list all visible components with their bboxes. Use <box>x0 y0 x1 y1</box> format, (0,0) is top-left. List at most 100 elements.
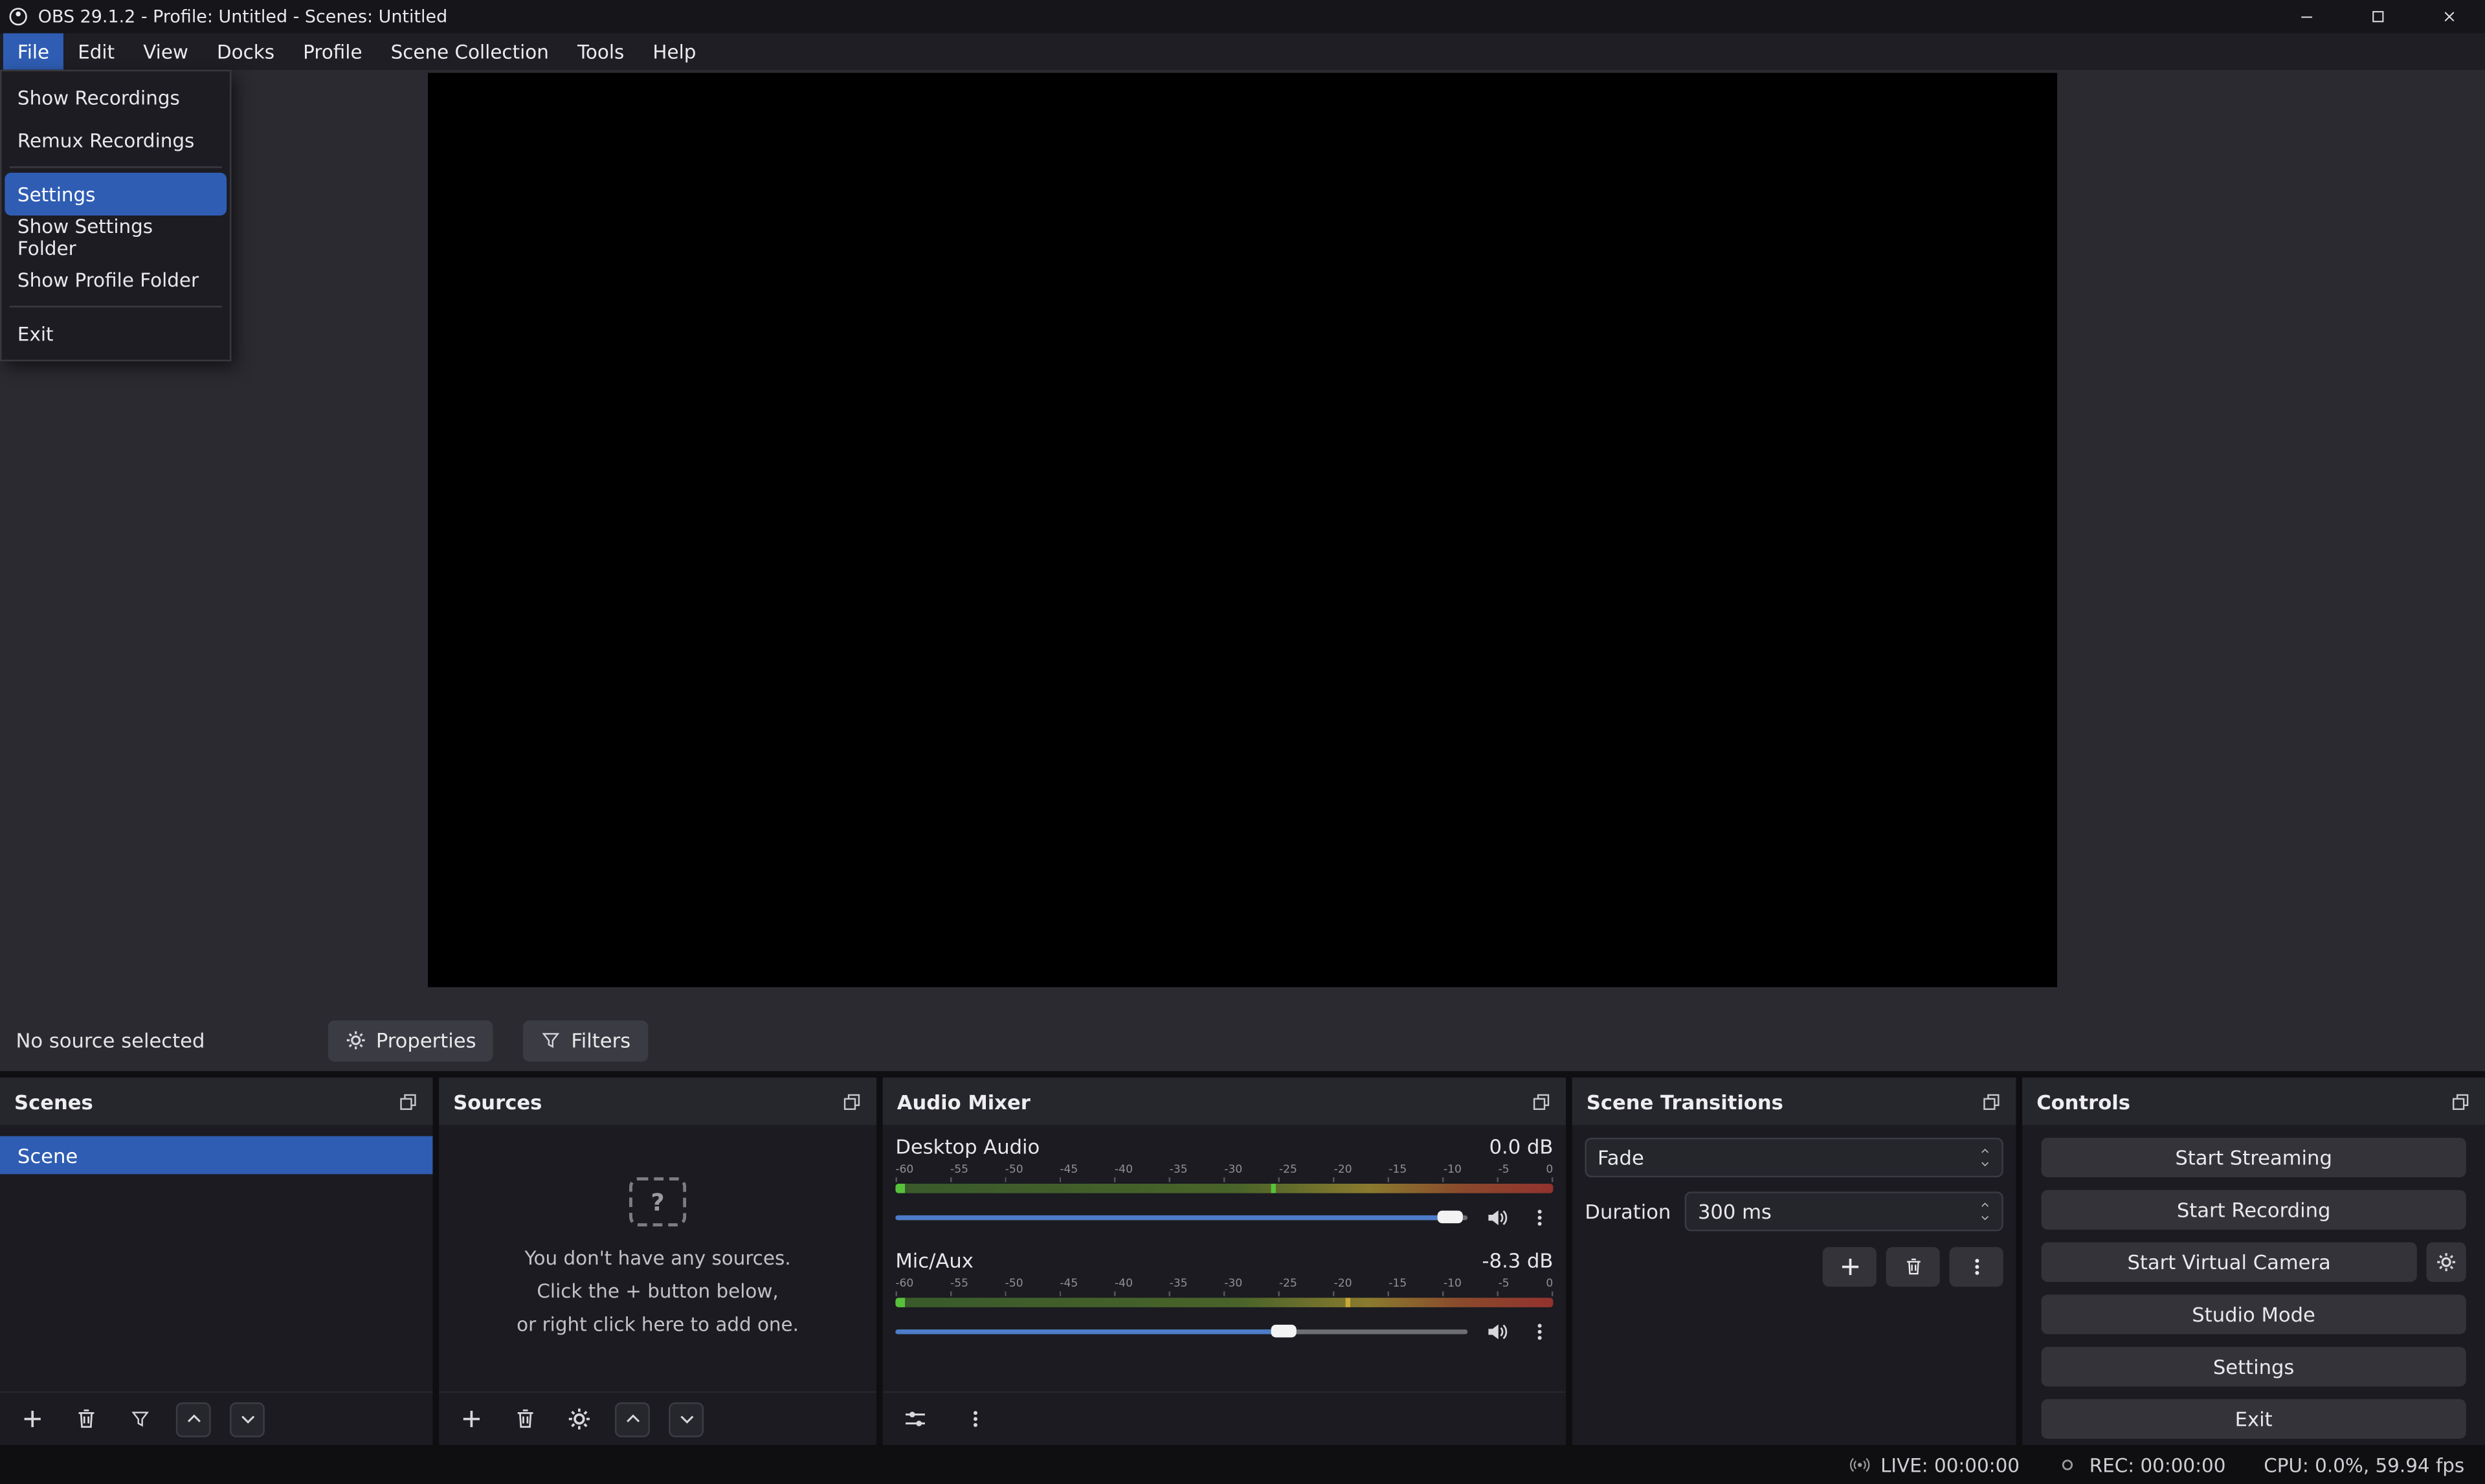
scale-label: -55 <box>950 1163 968 1177</box>
close-button[interactable] <box>2414 0 2485 33</box>
studio-mode-button[interactable]: Studio Mode <box>2042 1294 2466 1334</box>
transition-select[interactable]: Fade <box>1585 1138 2003 1177</box>
spin-arrows[interactable] <box>1979 1199 1990 1223</box>
duration-spinbox[interactable]: 300 ms <box>1685 1191 2003 1231</box>
virtual-camera-row: Start Virtual Camera <box>2042 1243 2466 1282</box>
scale-label: -10 <box>1443 1277 1462 1291</box>
start-recording-button[interactable]: Start Recording <box>2042 1190 2466 1230</box>
popout-icon[interactable] <box>2450 1091 2471 1112</box>
remove-source-button[interactable] <box>507 1402 542 1437</box>
popout-icon[interactable] <box>841 1091 862 1112</box>
chevron-down-icon <box>1979 1212 1990 1223</box>
virtual-camera-config-button[interactable] <box>2427 1243 2466 1282</box>
scene-list-item[interactable]: Scene <box>0 1136 432 1175</box>
transitions-title: Scene Transitions <box>1587 1089 1783 1113</box>
mixer-options-button[interactable] <box>957 1402 992 1437</box>
audio-mixer-header: Audio Mixer <box>883 1078 1566 1125</box>
channel-options-button[interactable] <box>1524 1199 1553 1234</box>
menu-view[interactable]: View <box>129 33 203 69</box>
menu-item-exit[interactable]: Exit <box>5 312 227 355</box>
scale-label: -55 <box>950 1277 968 1291</box>
sources-dock-header: Sources <box>439 1078 876 1125</box>
channel-name: Desktop Audio <box>895 1135 1040 1158</box>
mute-button[interactable] <box>1482 1314 1510 1349</box>
advanced-audio-button[interactable] <box>897 1402 932 1437</box>
preview-region <box>0 70 2485 1010</box>
menu-file[interactable]: File <box>3 33 63 69</box>
menu-edit[interactable]: Edit <box>63 33 129 69</box>
properties-button[interactable]: Properties <box>328 1020 493 1061</box>
scene-filters-button[interactable] <box>122 1402 157 1437</box>
popout-icon[interactable] <box>1981 1091 2002 1112</box>
slider-handle[interactable] <box>1272 1325 1297 1338</box>
menu-tools[interactable]: Tools <box>563 33 638 69</box>
speaker-icon <box>1484 1205 1508 1229</box>
source-properties-button[interactable] <box>561 1402 596 1437</box>
filters-button[interactable]: Filters <box>524 1020 648 1061</box>
scenes-dock: Scenes Scene <box>0 1078 432 1445</box>
exit-button[interactable]: Exit <box>2042 1399 2466 1439</box>
transition-options-button[interactable] <box>1950 1247 2003 1287</box>
add-source-button[interactable] <box>453 1402 488 1437</box>
audio-mixer-dock: Audio Mixer Desktop Audio 0.0 dB -60-55-… <box>883 1078 1566 1445</box>
menu-profile[interactable]: Profile <box>289 33 376 69</box>
popout-icon[interactable] <box>1531 1091 1552 1112</box>
menu-item-remux-recordings[interactable]: Remux Recordings <box>5 119 227 162</box>
popout-icon[interactable] <box>398 1091 419 1112</box>
controls-dock: Controls Start Streaming Start Recording… <box>2022 1078 2485 1445</box>
scale-label: -20 <box>1334 1163 1352 1177</box>
question-mark-icon: ? <box>629 1177 686 1226</box>
menu-docks[interactable]: Docks <box>203 33 289 69</box>
menu-item-settings[interactable]: Settings <box>5 173 227 216</box>
mute-button[interactable] <box>1482 1199 1510 1234</box>
audio-mixer-title: Audio Mixer <box>897 1089 1031 1113</box>
move-scene-up-button[interactable] <box>176 1402 211 1437</box>
move-scene-down-button[interactable] <box>230 1402 265 1437</box>
menu-item-show-profile-folder[interactable]: Show Profile Folder <box>5 258 227 301</box>
window-title: OBS 29.1.2 - Profile: Untitled - Scenes:… <box>38 6 447 27</box>
volume-meter <box>895 1298 1553 1307</box>
settings-button[interactable]: Settings <box>2042 1347 2466 1386</box>
sources-empty-state[interactable]: ? You don't have any sources. Click the … <box>439 1125 876 1391</box>
channel-level: 0.0 dB <box>1489 1135 1554 1158</box>
sliders-icon <box>902 1407 926 1431</box>
start-streaming-button[interactable]: Start Streaming <box>2042 1138 2466 1177</box>
menu-item-show-recordings[interactable]: Show Recordings <box>5 76 227 119</box>
add-scene-button[interactable] <box>14 1402 49 1437</box>
channel-level: -8.3 dB <box>1482 1248 1554 1272</box>
obs-logo-icon <box>8 6 28 27</box>
titlebar: OBS 29.1.2 - Profile: Untitled - Scenes:… <box>0 0 2485 33</box>
move-source-down-button[interactable] <box>669 1402 704 1437</box>
start-virtual-camera-button[interactable]: Start Virtual Camera <box>2042 1243 2417 1282</box>
add-transition-button[interactable] <box>1823 1247 1877 1287</box>
preview-canvas[interactable] <box>428 73 2057 988</box>
scale-label: -50 <box>1005 1163 1023 1177</box>
remove-transition-button[interactable] <box>1886 1247 1940 1287</box>
cpu-stats: CPU: 0.0%, 59.94 fps <box>2264 1454 2464 1476</box>
kebab-icon <box>964 1409 985 1430</box>
scale-label: -10 <box>1443 1163 1462 1177</box>
scale-label: -15 <box>1388 1277 1407 1291</box>
cpu-status: CPU: 0.0%, 59.94 fps <box>2264 1454 2464 1476</box>
maximize-button[interactable] <box>2343 0 2414 33</box>
remove-scene-button[interactable] <box>68 1402 103 1437</box>
menu-scene-collection[interactable]: Scene Collection <box>377 33 563 69</box>
plus-icon <box>1838 1255 1862 1279</box>
duration-value: 300 ms <box>1698 1199 1772 1223</box>
volume-slider[interactable] <box>895 1206 1467 1228</box>
move-source-up-button[interactable] <box>615 1402 650 1437</box>
source-toolbar: No source selected Properties Filters <box>0 1010 2485 1071</box>
combo-arrows[interactable] <box>1979 1146 1990 1169</box>
slider-handle[interactable] <box>1438 1211 1463 1224</box>
minimize-button[interactable] <box>2271 0 2343 33</box>
channel-options-button[interactable] <box>1524 1314 1553 1349</box>
menu-help[interactable]: Help <box>638 33 710 69</box>
volume-slider[interactable] <box>895 1320 1467 1342</box>
chevron-down-icon <box>1979 1158 1990 1169</box>
record-icon <box>2058 1455 2078 1476</box>
scale-label: -30 <box>1224 1163 1242 1177</box>
obs-main-window: OBS 29.1.2 - Profile: Untitled - Scenes:… <box>0 0 2485 1484</box>
empty-state-line: You don't have any sources. <box>524 1245 790 1272</box>
rec-time: REC: 00:00:00 <box>2089 1454 2226 1476</box>
menu-item-show-settings-folder[interactable]: Show Settings Folder <box>5 216 227 258</box>
